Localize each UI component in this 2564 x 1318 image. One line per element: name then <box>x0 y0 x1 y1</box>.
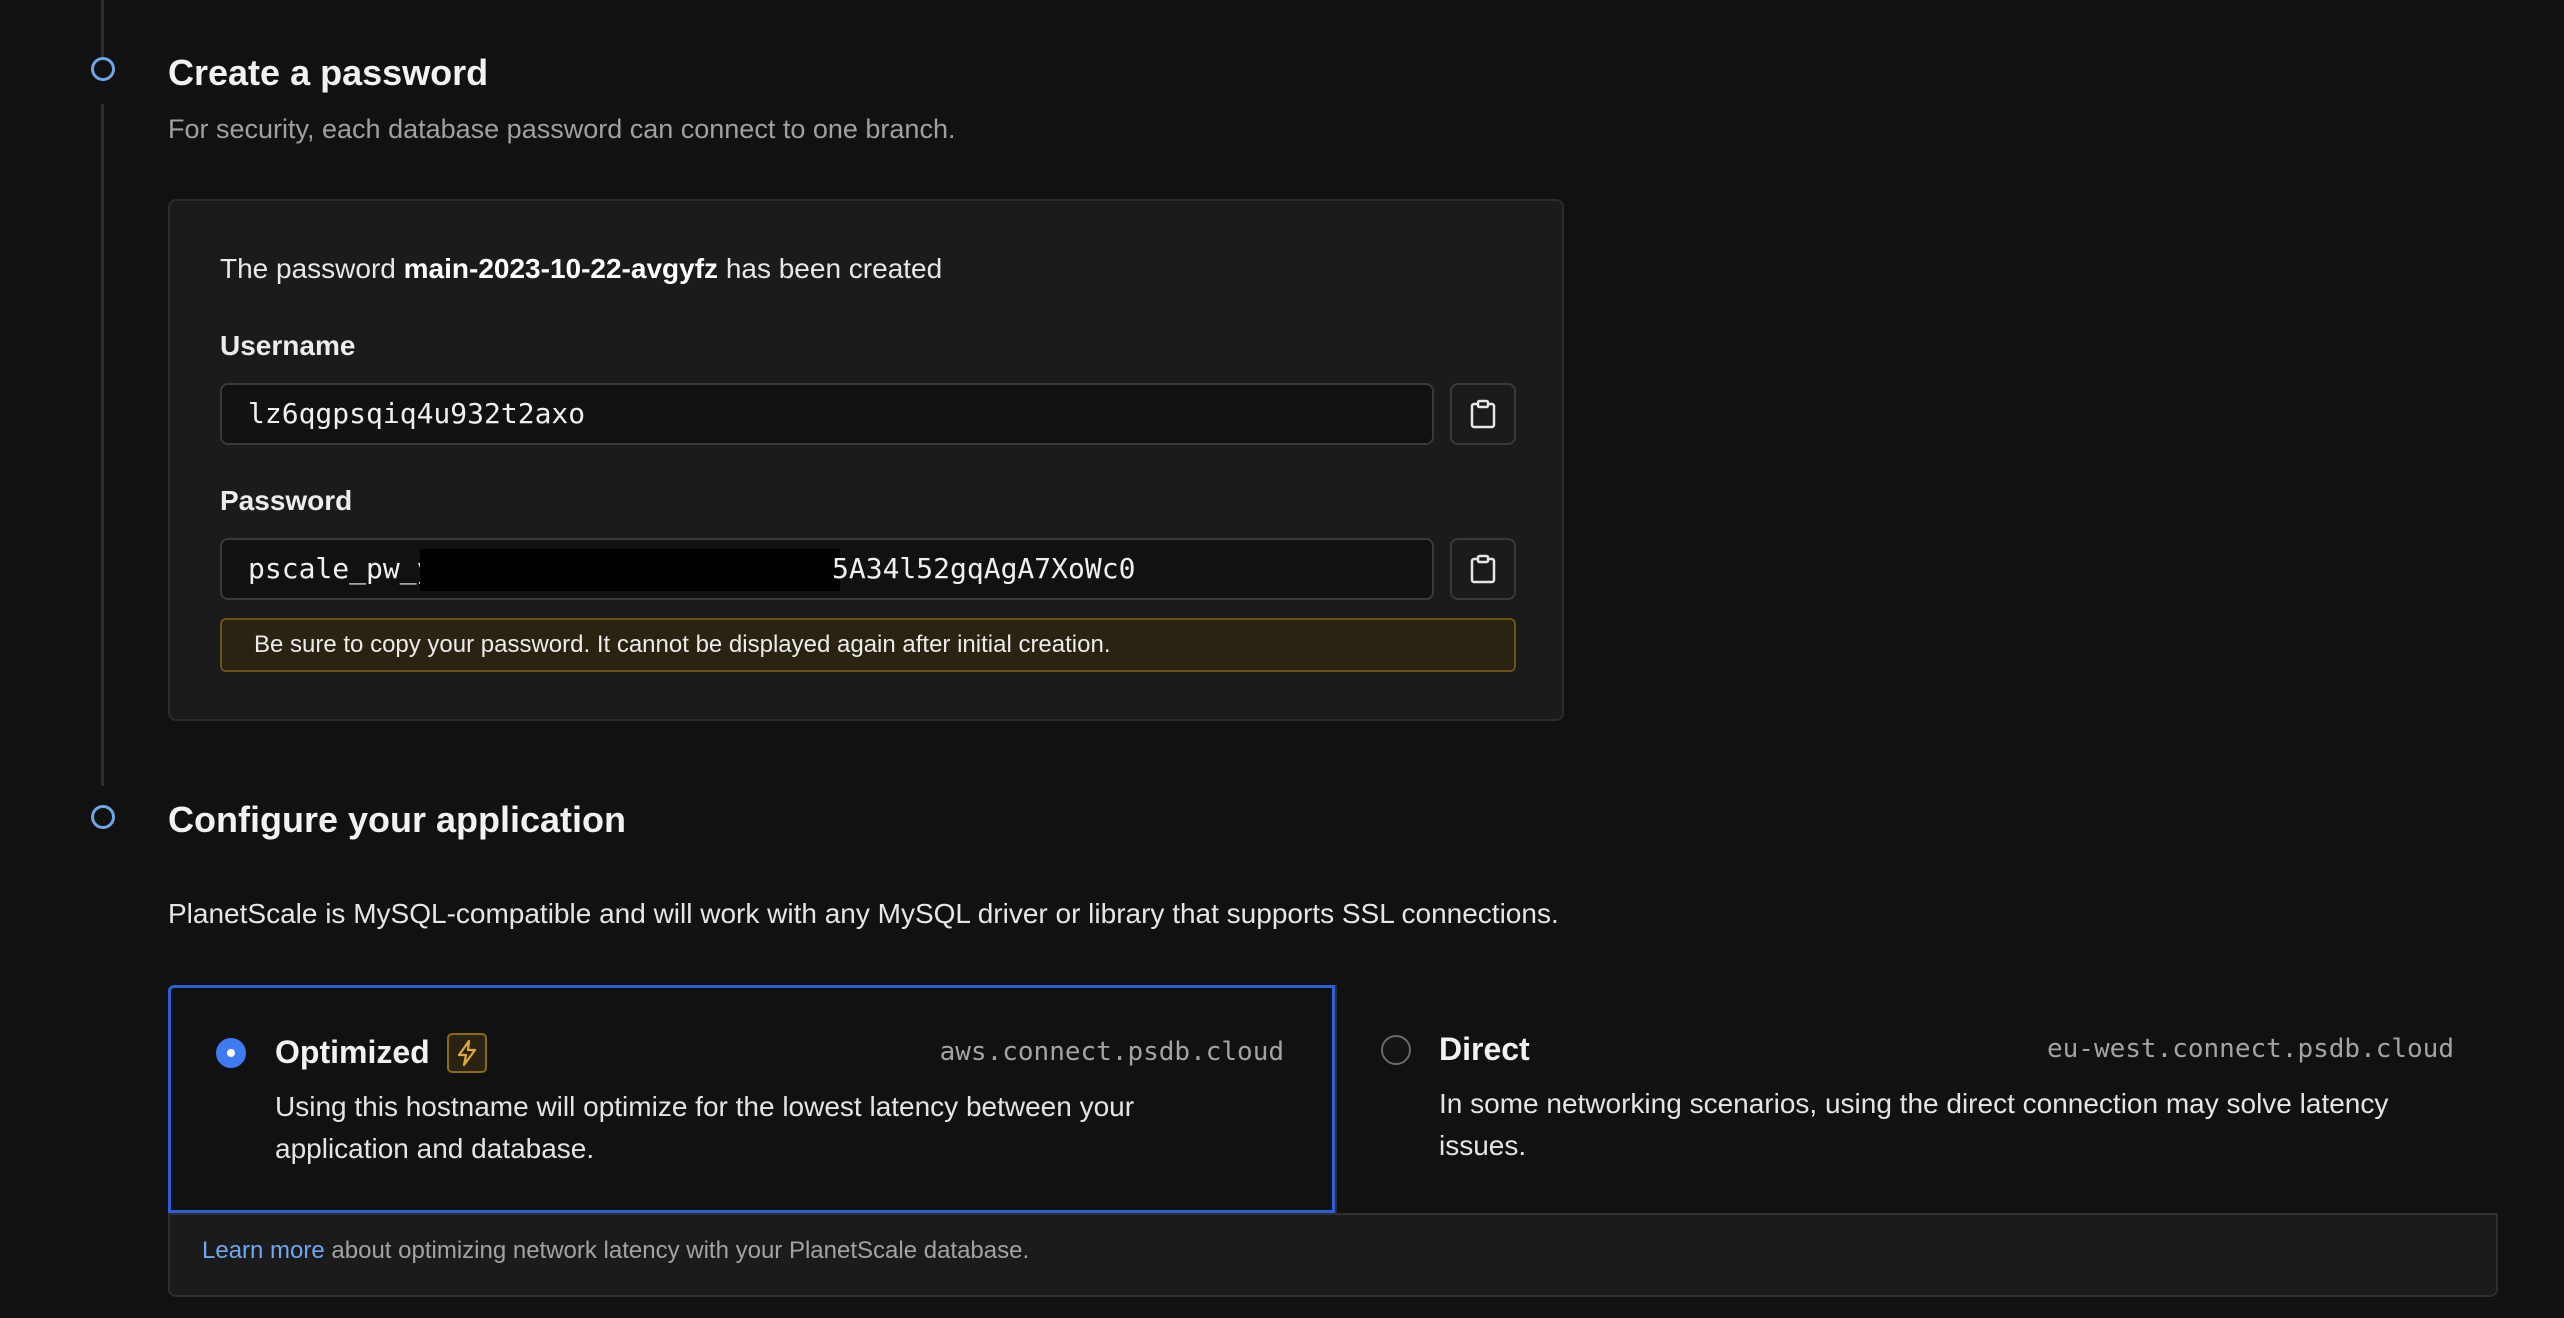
clipboard-icon <box>1470 554 1496 584</box>
password-step-title: Create a password <box>168 52 489 93</box>
radio-direct[interactable] <box>1381 1035 1411 1065</box>
option-host: aws.connect.psdb.cloud <box>939 1037 1284 1067</box>
options-footer: Learn more about optimizing network late… <box>170 1213 2496 1295</box>
option-title: Direct <box>1439 1031 1530 1067</box>
step-circle-icon <box>91 805 115 829</box>
password-card: The password main-2023-10-22-avgyfz has … <box>168 199 1564 721</box>
password-field[interactable]: pscale_pw_y 5A34l52gqAgA7XoWc0 <box>220 538 1434 600</box>
option-host: eu-west.connect.psdb.cloud <box>2047 1034 2454 1064</box>
redaction-block <box>420 549 840 591</box>
password-label: Password <box>220 485 353 516</box>
footer-description: about optimizing network latency with yo… <box>331 1237 1030 1264</box>
password-value-end[interactable]: 5A34l52gqAgA7XoWc0 <box>832 540 1135 598</box>
password-step-description: For security, each database password can… <box>168 114 956 144</box>
option-optimized[interactable]: Optimized aws.connect.psdb.cloud Using t… <box>168 985 1335 1213</box>
username-label: Username <box>220 330 356 361</box>
radio-optimized[interactable] <box>216 1038 246 1068</box>
copy-username-button[interactable] <box>1450 383 1516 445</box>
clipboard-icon <box>1470 399 1496 429</box>
password-created-message: The password main-2023-10-22-avgyfz has … <box>220 253 942 285</box>
footer-text: Learn more about optimizing network late… <box>202 1237 1029 1265</box>
config-intro: PlanetScale is MySQL-compatible and will… <box>168 898 1559 929</box>
learn-more-link[interactable]: Learn more <box>202 1237 325 1264</box>
lightning-bolt-icon <box>447 1033 487 1073</box>
option-direct[interactable]: Direct eu-west.connect.psdb.cloud In som… <box>1335 985 2500 1213</box>
connection-options: Optimized aws.connect.psdb.cloud Using t… <box>168 985 2500 1297</box>
option-description: Using this hostname will optimize for th… <box>275 1091 1135 1164</box>
created-prefix: The password <box>220 253 396 284</box>
option-description: In some networking scenarios, using the … <box>1439 1088 2389 1161</box>
created-suffix: has been created <box>725 253 943 284</box>
password-value-start[interactable]: pscale_pw_y <box>248 540 433 598</box>
config-step-title: Configure your application <box>168 799 627 840</box>
password-warning: Be sure to copy your password. It cannot… <box>220 618 1516 672</box>
step-circle-icon <box>91 57 115 81</box>
username-value[interactable]: lz6qgpsqiq4u932t2axo <box>248 385 585 443</box>
username-field[interactable]: lz6qgpsqiq4u932t2axo <box>220 383 1434 445</box>
option-title: Optimized <box>275 1034 430 1070</box>
password-name: main-2023-10-22-avgyfz <box>403 253 719 284</box>
warning-text: Be sure to copy your password. It cannot… <box>254 631 1111 658</box>
copy-password-button[interactable] <box>1450 538 1516 600</box>
timeline-line <box>101 104 104 786</box>
